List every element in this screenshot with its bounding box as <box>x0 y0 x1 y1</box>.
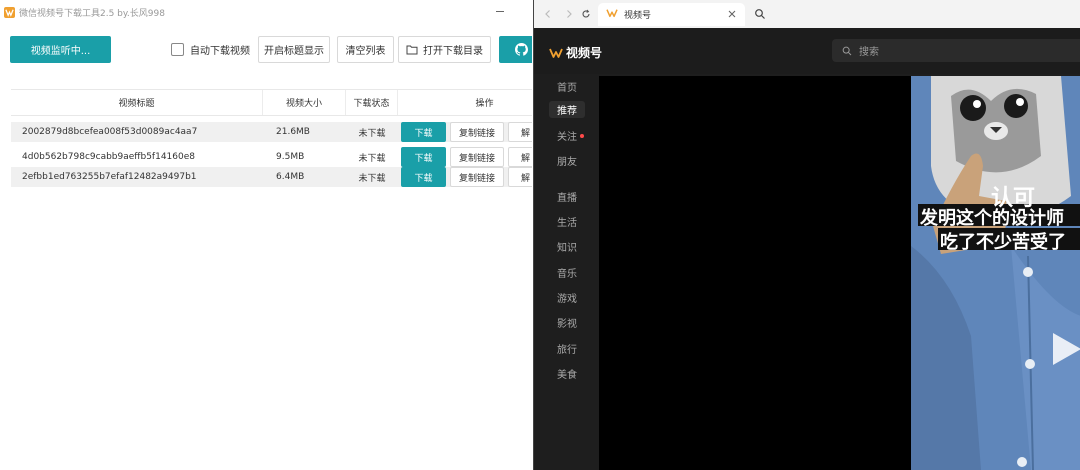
sidebar-item-knowledge[interactable]: 知识 <box>549 238 585 255</box>
back-icon[interactable] <box>542 8 554 20</box>
site-name: 视频号 <box>566 46 603 60</box>
minimize-icon[interactable] <box>496 11 504 12</box>
header-title: 视频标题 <box>11 90 263 115</box>
copy-link-button[interactable]: 复制链接 <box>450 147 504 167</box>
search-icon <box>842 46 852 55</box>
titlebar: 微信视频号下载工具2.5 by.长风998 <box>0 0 532 24</box>
video-size: 6.4MB <box>276 172 305 182</box>
video-size: 21.6MB <box>276 127 310 137</box>
reload-icon[interactable] <box>580 8 592 20</box>
site-logo[interactable]: 视频号 <box>549 44 602 61</box>
parse-button[interactable]: 解 <box>508 167 532 187</box>
monitor-button[interactable]: 视频监听中... <box>10 36 111 63</box>
github-button[interactable] <box>499 36 532 63</box>
copy-link-button[interactable]: 复制链接 <box>450 167 504 187</box>
sidebar-item-label: 关注 <box>557 132 577 143</box>
sidebar-item-following[interactable]: 关注 <box>549 127 592 144</box>
video-frame[interactable]: 认可 发明这个的设计师 吃了不少苦受了 <box>911 76 1080 470</box>
header-actions: 操作 <box>475 99 494 109</box>
open-download-dir-button[interactable]: 打开下载目录 <box>398 36 491 63</box>
sidebar-item-movies[interactable]: 影视 <box>549 314 585 331</box>
table-row: 2002879d8bcefea008f53d0089ac4aa7 21.6MB … <box>11 122 532 142</box>
search-placeholder: 搜索 <box>859 47 879 58</box>
video-thumbnail-image <box>911 76 1080 470</box>
close-icon[interactable] <box>727 9 737 19</box>
header-size: 视频大小 <box>263 90 346 115</box>
sidebar-item-home[interactable]: 首页 <box>549 78 585 95</box>
download-button[interactable]: 下载 <box>401 122 446 142</box>
table-header: 视频标题 视频大小 下载状态 操作 <box>11 89 532 116</box>
video-player[interactable]: 认可 发明这个的设计师 吃了不少苦受了 <box>599 76 1080 470</box>
video-title: 2002879d8bcefea008f53d0089ac4aa7 <box>22 127 198 137</box>
video-caption: 发明这个的设计师 <box>920 208 1064 229</box>
row-actions: 下载 复制链接 解 <box>398 122 532 142</box>
sidebar-item-food[interactable]: 美食 <box>549 365 585 382</box>
table-row: 2efbb1ed763255b7efaf12482a9497b1 6.4MB 未… <box>11 167 532 187</box>
github-icon <box>515 43 528 56</box>
video-title: 4d0b562b798c9cabb9aeffb5f14160e8 <box>22 152 195 162</box>
sidebar-item-recommend[interactable]: 推荐 <box>549 101 585 118</box>
sidebar-item-music[interactable]: 音乐 <box>549 264 585 281</box>
site-header: 视频号 搜索 <box>534 28 1080 74</box>
downloader-window: 微信视频号下载工具2.5 by.长风998 视频监听中... 自动下载视频 开启… <box>0 0 532 470</box>
sidebar-item-travel[interactable]: 旅行 <box>549 340 585 357</box>
video-caption: 吃了不少苦受了 <box>940 232 1066 253</box>
download-button[interactable]: 下载 <box>401 167 446 187</box>
header-status: 下载状态 <box>346 90 398 115</box>
video-table: 视频标题 视频大小 下载状态 操作 2002879d8bcefea008f53d… <box>11 89 532 187</box>
app-logo-icon <box>4 6 15 18</box>
play-icon[interactable] <box>1051 329 1080 369</box>
notification-dot <box>580 133 584 138</box>
search-icon[interactable] <box>754 8 766 20</box>
forward-icon[interactable] <box>563 8 575 20</box>
toolbar: 视频监听中... 自动下载视频 开启标题显示 清空列表 打开下载目录 <box>10 36 532 64</box>
video-size: 9.5MB <box>276 152 305 162</box>
folder-icon <box>406 45 418 55</box>
table-row: 4d0b562b798c9cabb9aeffb5f14160e8 9.5MB 未… <box>11 147 532 167</box>
parse-button[interactable]: 解 <box>508 122 532 142</box>
channels-logo-icon <box>549 48 563 58</box>
auto-download-checkbox[interactable] <box>171 43 184 56</box>
show-titles-button[interactable]: 开启标题显示 <box>258 36 330 63</box>
parse-button[interactable]: 解 <box>508 147 532 167</box>
browser-window: 视频号 视频号 搜索 首页 推荐 关注 朋友 直播 生活 知识 音乐 游戏 影视… <box>533 0 1080 470</box>
video-title: 2efbb1ed763255b7efaf12482a9497b1 <box>22 172 197 182</box>
open-download-dir-label: 打开下载目录 <box>423 46 483 57</box>
sidebar-item-friends[interactable]: 朋友 <box>549 152 585 169</box>
clear-list-button[interactable]: 清空列表 <box>337 36 394 63</box>
copy-link-button[interactable]: 复制链接 <box>450 122 504 142</box>
sidebar-item-live[interactable]: 直播 <box>549 188 585 205</box>
row-actions: 下载 复制链接 解 <box>398 147 532 167</box>
browser-tab[interactable]: 视频号 <box>598 3 745 26</box>
window-title: 微信视频号下载工具2.5 by.长风998 <box>19 8 165 19</box>
sidebar-item-games[interactable]: 游戏 <box>549 289 585 306</box>
sidebar-nav: 首页 推荐 关注 朋友 直播 生活 知识 音乐 游戏 影视 旅行 美食 <box>534 74 598 470</box>
channels-logo-icon <box>606 8 618 21</box>
row-actions: 下载 复制链接 解 <box>398 167 532 187</box>
browser-tabbar: 视频号 <box>534 0 1080 28</box>
tab-title: 视频号 <box>624 11 652 21</box>
download-status: 未下载 <box>358 173 386 184</box>
search-input[interactable]: 搜索 <box>832 39 1080 62</box>
auto-download-toggle[interactable]: 自动下载视频 <box>171 42 250 57</box>
download-status: 未下载 <box>358 128 386 139</box>
download-button[interactable]: 下载 <box>401 147 446 167</box>
auto-download-label: 自动下载视频 <box>190 46 250 57</box>
sidebar-item-life[interactable]: 生活 <box>549 213 585 230</box>
download-status: 未下载 <box>358 153 386 164</box>
